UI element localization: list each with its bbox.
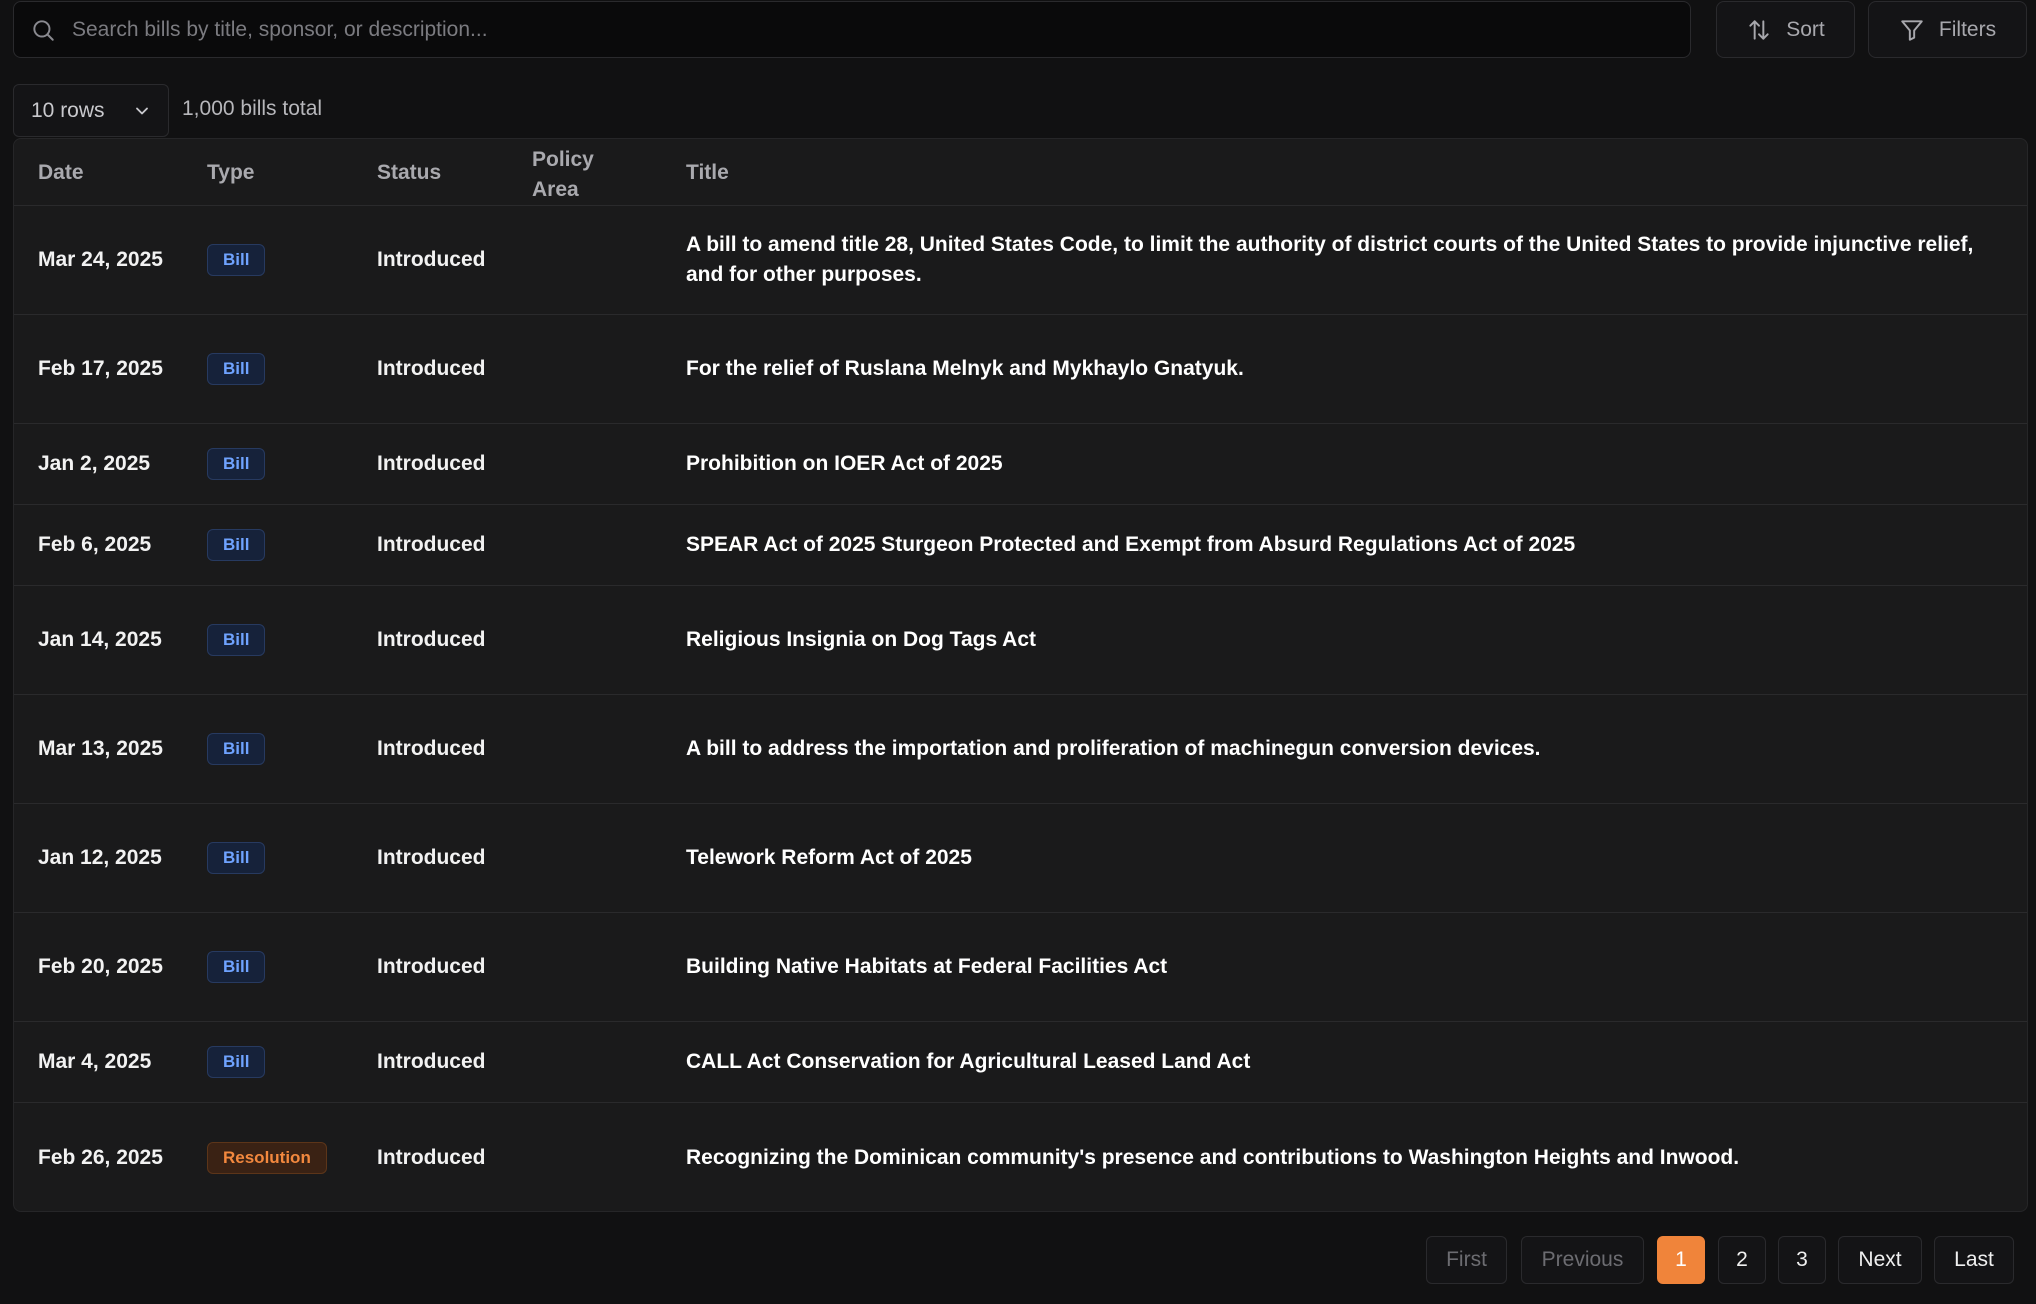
row-date: Jan 14, 2025 [38, 628, 162, 651]
header-title[interactable]: Title [686, 161, 729, 185]
row-date: Mar 4, 2025 [38, 1050, 152, 1073]
table-row[interactable]: Mar 4, 2025 Bill Introduced CALL Act Con… [14, 1022, 2027, 1103]
table-row[interactable]: Jan 2, 2025 Bill Introduced Prohibition … [14, 424, 2027, 505]
type-badge: Bill [207, 733, 266, 765]
row-title[interactable]: A bill to amend title 28, United States … [686, 230, 2006, 290]
filters-label: Filters [1938, 17, 1997, 41]
table-row[interactable]: Feb 6, 2025 Bill Introduced SPEAR Act of… [14, 505, 2027, 586]
row-title[interactable]: Religious Insignia on Dog Tags Act [686, 625, 2006, 655]
type-badge: Resolution [207, 1141, 327, 1174]
rows-per-page-select[interactable]: 10 rows [13, 84, 169, 137]
pagination-page-3[interactable]: 3 [1778, 1236, 1826, 1284]
row-status: Introduced [377, 737, 486, 760]
row-title[interactable]: CALL Act Conservation for Agricultural L… [686, 1047, 2006, 1077]
search-bar[interactable] [13, 1, 1691, 58]
row-status: Introduced [377, 1050, 486, 1073]
row-title[interactable]: Prohibition on IOER Act of 2025 [686, 449, 2006, 479]
type-badge: Bill [207, 624, 266, 656]
header-type[interactable]: Type [207, 161, 254, 185]
table-row[interactable]: Feb 20, 2025 Bill Introduced Building Na… [14, 913, 2027, 1022]
search-icon [30, 17, 56, 43]
row-date: Feb 26, 2025 [38, 1145, 163, 1169]
table-row[interactable]: Jan 12, 2025 Bill Introduced Telework Re… [14, 804, 2027, 913]
table-row[interactable]: Feb 26, 2025 Resolution Introduced Recog… [14, 1103, 2027, 1211]
chevron-down-icon [132, 101, 152, 121]
type-badge: Bill [207, 353, 266, 385]
row-title[interactable]: A bill to address the importation and pr… [686, 734, 2006, 764]
header-date[interactable]: Date [38, 161, 84, 185]
pagination-first-button[interactable]: First [1426, 1236, 1507, 1284]
row-title[interactable]: Recognizing the Dominican community's pr… [686, 1143, 2006, 1173]
row-status: Introduced [377, 628, 486, 651]
filter-icon [1899, 17, 1925, 43]
row-title[interactable]: For the relief of Ruslana Melnyk and Myk… [686, 354, 2006, 384]
rows-select-value: 10 rows [31, 98, 105, 122]
sort-button[interactable]: Sort [1716, 1, 1855, 58]
row-status: Introduced [377, 846, 486, 869]
row-status: Introduced [377, 248, 486, 271]
row-status: Introduced [377, 955, 486, 978]
search-input[interactable] [72, 17, 1690, 42]
type-badge: Bill [207, 529, 266, 561]
row-status: Introduced [377, 452, 486, 475]
row-date: Mar 13, 2025 [38, 737, 163, 760]
sort-label: Sort [1786, 17, 1825, 41]
pagination-last-button[interactable]: Last [1934, 1236, 2014, 1284]
table-row[interactable]: Mar 24, 2025 Bill Introduced A bill to a… [14, 206, 2027, 315]
row-status: Introduced [377, 533, 486, 556]
type-badge: Bill [207, 842, 266, 874]
row-title[interactable]: Building Native Habitats at Federal Faci… [686, 952, 2006, 982]
pagination-page-1[interactable]: 1 [1657, 1236, 1705, 1284]
row-date: Feb 6, 2025 [38, 533, 152, 556]
type-badge: Bill [207, 244, 266, 276]
row-status: Introduced [377, 1145, 486, 1169]
bills-table: Date Type Status Policy Area Title Mar 2… [13, 138, 2028, 1212]
bills-page: Sort Filters 10 rows 1,000 bills total D… [0, 0, 2036, 1304]
table-header: Date Type Status Policy Area Title [14, 139, 2027, 206]
row-status: Introduced [377, 357, 486, 380]
row-date: Feb 20, 2025 [38, 955, 163, 978]
table-row[interactable]: Jan 14, 2025 Bill Introduced Religious I… [14, 586, 2027, 695]
bills-total-count: 1,000 bills total [182, 97, 323, 120]
row-date: Jan 2, 2025 [38, 452, 151, 475]
filters-button[interactable]: Filters [1868, 1, 2027, 58]
table-row[interactable]: Mar 13, 2025 Bill Introduced A bill to a… [14, 695, 2027, 804]
sort-arrows-icon [1746, 17, 1772, 43]
row-title[interactable]: SPEAR Act of 2025 Sturgeon Protected and… [686, 530, 2006, 560]
row-date: Mar 24, 2025 [38, 248, 163, 271]
header-policy-area[interactable]: Policy Area [532, 145, 622, 205]
type-badge: Bill [207, 1046, 266, 1078]
table-row[interactable]: Feb 17, 2025 Bill Introduced For the rel… [14, 315, 2027, 424]
row-date: Jan 12, 2025 [38, 846, 162, 869]
type-badge: Bill [207, 448, 266, 480]
pagination-previous-button[interactable]: Previous [1521, 1236, 1644, 1284]
type-badge: Bill [207, 951, 266, 983]
pagination-page-2[interactable]: 2 [1718, 1236, 1766, 1284]
row-title[interactable]: Telework Reform Act of 2025 [686, 843, 2006, 873]
row-date: Feb 17, 2025 [38, 357, 163, 380]
pagination-next-button[interactable]: Next [1838, 1236, 1922, 1284]
header-status[interactable]: Status [377, 161, 441, 185]
